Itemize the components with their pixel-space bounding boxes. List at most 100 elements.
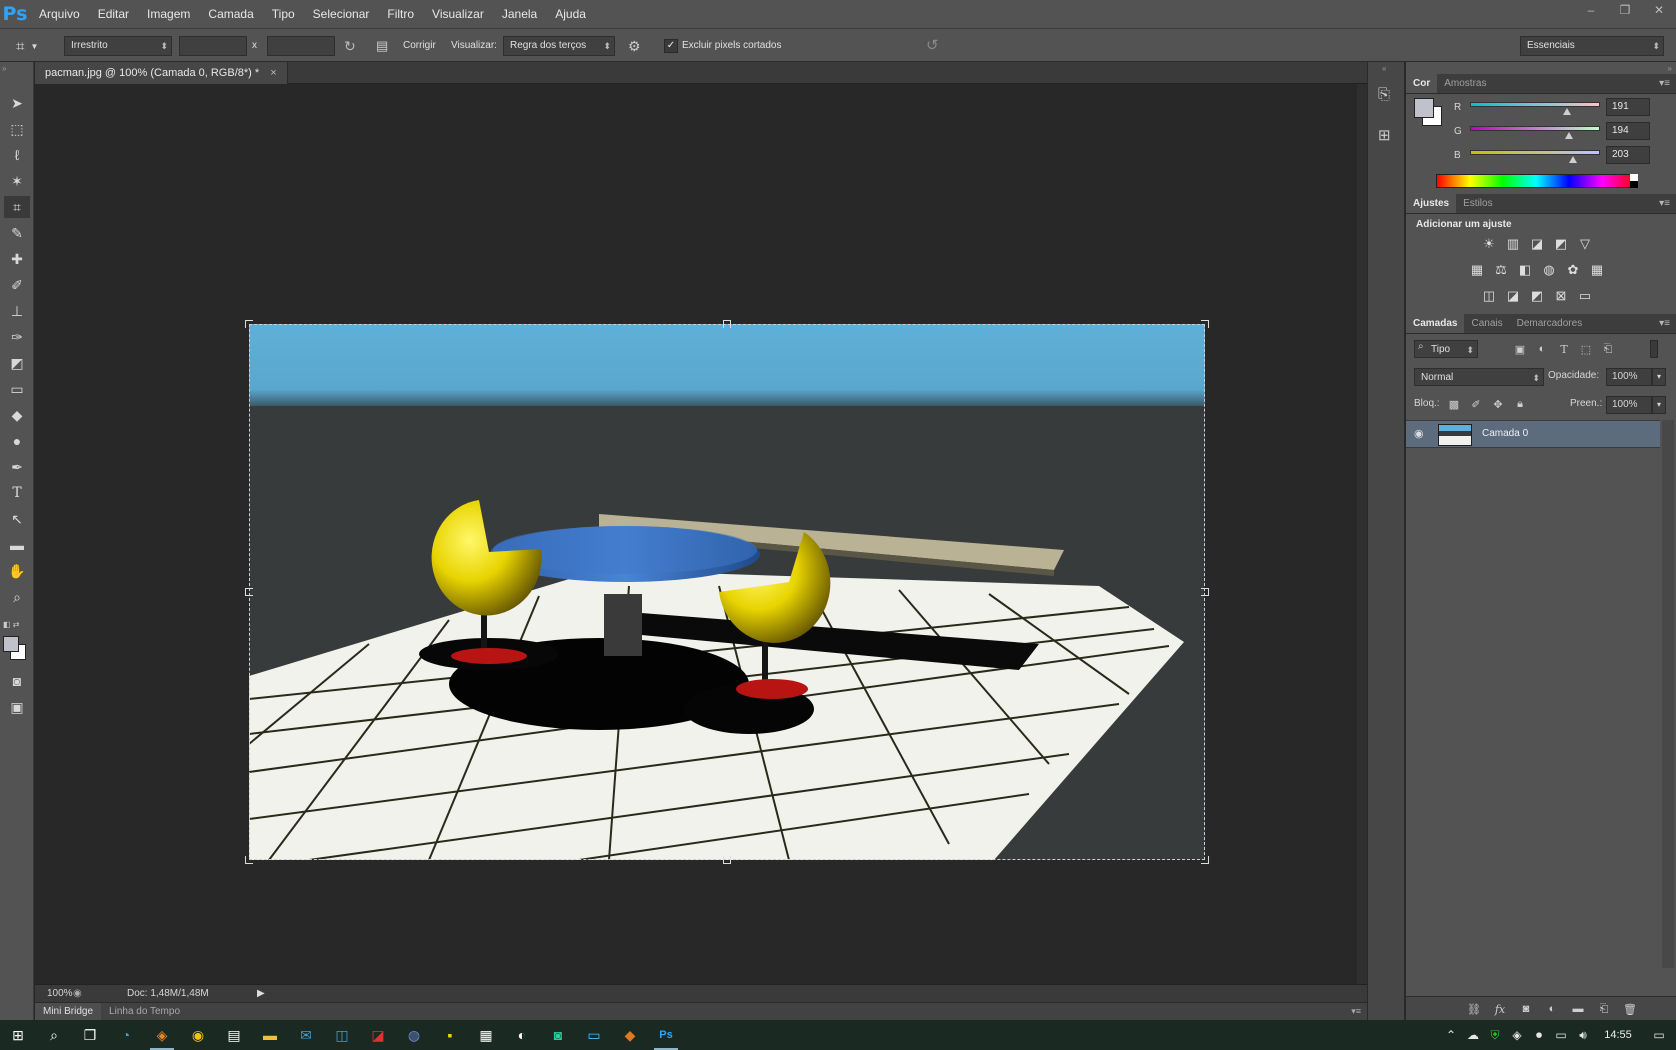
spectrum-black[interactable] [1630, 181, 1638, 188]
channel-g-slider[interactable] [1470, 126, 1600, 131]
filter-shape-icon[interactable]: ⬚ [1578, 341, 1594, 357]
eye-icon[interactable]: ◉ [1414, 427, 1424, 440]
height-input[interactable] [267, 36, 335, 56]
collapse-panels-icon[interactable]: » [1668, 64, 1672, 73]
close-button[interactable]: ✕ [1642, 0, 1676, 20]
crop-handle-top-right[interactable] [1201, 320, 1209, 328]
eyedropper-tool-icon[interactable]: ✎ [4, 222, 30, 244]
link-layers-icon[interactable]: ⛓ [1466, 1001, 1482, 1017]
brightness-icon[interactable]: ☀ [1480, 236, 1498, 252]
channel-b-input[interactable]: 203 [1606, 146, 1650, 164]
crop-handle-top[interactable] [723, 320, 731, 328]
collapse-icons-icon[interactable]: « [1382, 64, 1386, 73]
new-adjustment-icon[interactable]: ◐ [1544, 1001, 1560, 1017]
layer-name[interactable]: Camada 0 [1482, 428, 1528, 439]
crop-marquee[interactable] [249, 324, 1205, 860]
posterize-icon[interactable]: ◪ [1504, 288, 1522, 304]
tab-amostras[interactable]: Amostras [1437, 74, 1493, 93]
straighten-icon[interactable]: ▤ [376, 36, 396, 56]
game-app-icon[interactable]: ◙ [540, 1020, 576, 1050]
selective-color-icon[interactable]: ⊠ [1552, 288, 1570, 304]
menu-imagem[interactable]: Imagem [138, 0, 199, 28]
security-icon[interactable]: ◈ [1506, 1028, 1528, 1042]
file-explorer-icon[interactable]: ▬ [252, 1020, 288, 1050]
crop-handle-bottom-left[interactable] [245, 856, 253, 864]
ratio-select[interactable]: Irrestrito [64, 36, 172, 56]
mail-icon[interactable]: ✉ [288, 1020, 324, 1050]
curves-icon[interactable]: ◪ [1528, 236, 1546, 252]
lock-all-icon[interactable]: 🔒︎ [1512, 396, 1528, 412]
gradient-map-icon[interactable]: ▭ [1576, 288, 1594, 304]
hand-tool-icon[interactable]: ✋ [4, 560, 30, 582]
clock[interactable]: 14:55 [1594, 1029, 1642, 1041]
zoom-tool-icon[interactable]: ⌕ [4, 586, 30, 608]
pdf-reader-icon[interactable]: ◪ [360, 1020, 396, 1050]
spectrum-white[interactable] [1630, 174, 1638, 181]
path-selection-tool-icon[interactable]: ↖ [4, 508, 30, 530]
channel-mixer-icon[interactable]: ✿ [1564, 262, 1582, 278]
channel-r-input[interactable]: 191 [1606, 98, 1650, 116]
lock-transparency-icon[interactable]: ▩ [1446, 396, 1462, 412]
menu-visualizar[interactable]: Visualizar [423, 0, 493, 28]
layers-panel-menu-icon[interactable]: ▾≡ [1659, 318, 1670, 329]
brush-tool-icon[interactable]: ✐ [4, 274, 30, 296]
menu-camada[interactable]: Camada [199, 0, 262, 28]
edge-icon[interactable]: ◔ [108, 1020, 144, 1050]
lasso-tool-icon[interactable]: ℓ [4, 144, 30, 166]
crop-handle-bottom-right[interactable] [1201, 856, 1209, 864]
move-tool-icon[interactable]: ➤ [4, 92, 30, 114]
filter-pixel-icon[interactable]: ▣ [1512, 341, 1528, 357]
calculator-icon[interactable]: ▦ [468, 1020, 504, 1050]
volume-icon[interactable]: 🔊︎ [1572, 1028, 1594, 1043]
default-colors-icon[interactable]: ◧ ⇄ [3, 620, 19, 629]
crop-handle-top-left[interactable] [245, 320, 253, 328]
crop-tool-icon[interactable]: ⌗ [4, 196, 30, 218]
dodge-tool-icon[interactable]: ● [4, 430, 30, 452]
network-icon[interactable]: ▭ [1550, 1028, 1572, 1042]
lock-pixels-icon[interactable]: ✐ [1468, 396, 1484, 412]
layer-mask-icon[interactable]: ◙ [1518, 1001, 1534, 1017]
swap-dimensions-icon[interactable]: ↻ [344, 36, 362, 56]
straighten-button[interactable]: Corrigir [403, 36, 436, 56]
menu-ajuda[interactable]: Ajuda [546, 0, 595, 28]
chevron-up-icon[interactable]: ⌃ [1440, 1028, 1462, 1042]
trash-icon[interactable]: 🗑︎ [1622, 1001, 1638, 1017]
tab-estilos[interactable]: Estilos [1456, 194, 1499, 213]
blend-mode-select[interactable]: Normal [1414, 368, 1544, 387]
task-view-icon[interactable]: ❐ [72, 1020, 108, 1050]
discord-icon[interactable]: ◍ [396, 1020, 432, 1050]
history-brush-tool-icon[interactable]: ✑ [4, 326, 30, 348]
filter-type-icon[interactable]: T [1556, 341, 1572, 357]
overlay-select[interactable]: Regra dos terços [503, 36, 615, 56]
levels-icon[interactable]: ▥ [1504, 236, 1522, 252]
sticky-notes-icon[interactable]: ▪ [432, 1020, 468, 1050]
panel-foreground-swatch[interactable] [1414, 98, 1434, 118]
document-tab[interactable]: pacman.jpg @ 100% (Camada 0, RGB/8*) * × [35, 62, 288, 84]
tab-canais[interactable]: Canais [1464, 314, 1509, 333]
windows-start-icon[interactable]: ⊞ [0, 1020, 36, 1050]
foreground-color-swatch[interactable] [3, 636, 19, 652]
color-lookup-icon[interactable]: ▦ [1588, 262, 1606, 278]
panel-menu-icon[interactable]: ▾≡ [1351, 1006, 1361, 1017]
filter-adjustment-icon[interactable]: ◐ [1534, 341, 1550, 357]
invert-icon[interactable]: ◫ [1480, 288, 1498, 304]
rectangle-tool-icon[interactable]: ▬ [4, 534, 30, 556]
exposure-icon[interactable]: ◩ [1552, 236, 1570, 252]
cloud-icon[interactable]: ☁ [1462, 1028, 1484, 1042]
tab-cor[interactable]: Cor [1406, 74, 1438, 93]
status-info-icon[interactable]: ◉ [73, 988, 97, 999]
outlook-icon[interactable]: ◫ [324, 1020, 360, 1050]
color-balance-icon[interactable]: ⚖ [1492, 262, 1510, 278]
collapse-arrows-icon[interactable]: » [2, 64, 6, 73]
layer-row[interactable]: ◉ Camada 0 [1406, 420, 1660, 448]
menu-janela[interactable]: Janela [493, 0, 546, 28]
restore-button[interactable]: ❐ [1608, 0, 1642, 20]
hue-saturation-icon[interactable]: ▦ [1468, 262, 1486, 278]
channel-r-thumb[interactable] [1563, 108, 1572, 115]
workspace-select[interactable]: Essenciais [1520, 36, 1664, 56]
browser-app-icon[interactable]: ◈ [144, 1020, 180, 1050]
reset-icon[interactable]: ↺ [926, 36, 946, 56]
search-icon[interactable]: ⌕ [36, 1020, 72, 1050]
paint-icon[interactable]: ◐ [504, 1020, 540, 1050]
properties-panel-icon[interactable]: ⊞ [1378, 126, 1391, 144]
